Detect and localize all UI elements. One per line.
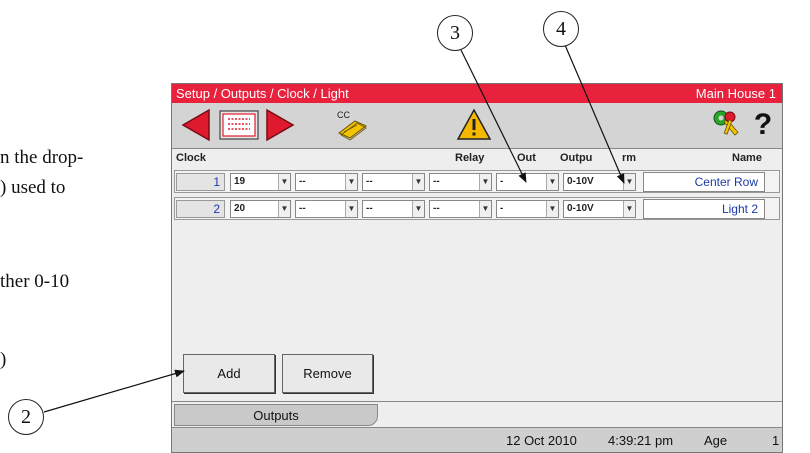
status-date: 12 Oct 2010: [506, 433, 577, 448]
doc-text-line-1: n the drop-: [0, 147, 84, 168]
list-button[interactable]: [218, 106, 260, 144]
toolbar: CC ?: [172, 103, 782, 149]
relay-value: 20: [234, 203, 246, 214]
dropdown-value: --: [433, 203, 440, 214]
callout-2: 2: [8, 399, 44, 435]
warning-triangle-icon: [456, 108, 492, 140]
cc-label: CC: [337, 110, 350, 120]
relay-dropdown[interactable]: 20 ▼: [230, 200, 291, 218]
output-dropdown[interactable]: 0-10V ▼: [563, 200, 636, 218]
out-dropdown[interactable]: - ▼: [496, 200, 559, 218]
tab-bar: Outputs: [172, 401, 782, 427]
header-output: Outpu: [560, 152, 593, 164]
chevron-down-icon: ▼: [479, 174, 491, 190]
chevron-down-icon: ▼: [278, 201, 290, 217]
list-icon: [219, 110, 259, 140]
status-bar: 12 Oct 2010 4:39:21 pm Age 1: [172, 427, 782, 452]
status-age-value: 1: [772, 433, 780, 448]
title-bar: Setup / Outputs / Clock / Light Main Hou…: [172, 84, 782, 103]
output-dropdown[interactable]: 0-10V ▼: [563, 173, 636, 191]
location-label: Main House 1: [695, 86, 776, 101]
chevron-down-icon: ▼: [546, 174, 558, 190]
remove-button[interactable]: Remove: [282, 354, 373, 393]
chevron-down-icon: ▼: [623, 174, 635, 190]
dropdown-value: --: [366, 203, 373, 214]
input-dropdown-4[interactable]: -- ▼: [429, 173, 492, 191]
doc-text-line-2: ) used to: [0, 177, 66, 198]
doc-text-line-3: ther 0-10: [0, 271, 70, 292]
copy-cc-icon: CC: [337, 110, 367, 141]
input-dropdown-2[interactable]: -- ▼: [295, 200, 358, 218]
table-row: 2 20 ▼ -- ▼ -- ▼ -- ▼ - ▼ 0-10V ▼ Light 2: [174, 197, 780, 220]
doc-text-line-4: ): [0, 349, 7, 370]
keys-button[interactable]: [708, 106, 744, 144]
name-field[interactable]: Center Row: [643, 172, 765, 192]
table-row: 1 19 ▼ -- ▼ -- ▼ -- ▼ - ▼ 0-10V ▼ Center Row: [174, 170, 780, 193]
input-dropdown-4[interactable]: -- ▼: [429, 200, 492, 218]
dropdown-value: --: [366, 176, 373, 187]
header-name: Name: [732, 152, 762, 164]
chevron-down-icon: ▼: [412, 201, 424, 217]
header-out: Out: [517, 152, 536, 164]
help-icon: ?: [753, 108, 773, 141]
output-value: 0-10V: [567, 176, 594, 187]
header-form: rm: [622, 152, 637, 164]
relay-value: 19: [234, 176, 246, 187]
row-number: 1: [176, 173, 225, 191]
name-field[interactable]: Light 2: [643, 199, 765, 219]
breadcrumb: Setup / Outputs / Clock / Light: [176, 86, 349, 101]
header-relay: Relay: [455, 152, 485, 164]
back-button[interactable]: [178, 106, 214, 144]
chevron-down-icon: ▼: [479, 201, 491, 217]
out-dropdown[interactable]: - ▼: [496, 173, 559, 191]
output-value: 0-10V: [567, 203, 594, 214]
status-age-label: Age: [704, 433, 728, 448]
keys-icon: [713, 110, 739, 136]
header-clock: Clock: [176, 152, 206, 164]
callout-4: 4: [543, 11, 579, 47]
dropdown-value: -: [500, 203, 504, 214]
callout-3: 3: [437, 15, 473, 51]
chevron-down-icon: ▼: [623, 201, 635, 217]
tab-outputs[interactable]: Outputs: [174, 404, 378, 426]
dropdown-value: --: [299, 203, 306, 214]
warning-button[interactable]: [454, 106, 494, 144]
relay-dropdown[interactable]: 19 ▼: [230, 173, 291, 191]
chevron-down-icon: ▼: [412, 174, 424, 190]
add-button[interactable]: Add: [183, 354, 275, 393]
controller-screen: Setup / Outputs / Clock / Light Main Hou…: [171, 83, 783, 453]
chevron-down-icon: ▼: [345, 174, 357, 190]
input-dropdown-3[interactable]: -- ▼: [362, 173, 425, 191]
left-arrow-icon: [181, 108, 210, 142]
dropdown-value: --: [433, 176, 440, 187]
forward-button[interactable]: [262, 106, 298, 144]
chevron-down-icon: ▼: [546, 201, 558, 217]
chevron-down-icon: ▼: [345, 201, 357, 217]
row-number: 2: [176, 200, 225, 218]
help-button[interactable]: ?: [748, 106, 778, 144]
input-dropdown-3[interactable]: -- ▼: [362, 200, 425, 218]
copy-button[interactable]: CC: [332, 106, 372, 144]
callout-2-arrow: [43, 369, 185, 413]
table-header: Clock Relay Out Outpu rm Name: [172, 150, 782, 167]
right-arrow-icon: [266, 108, 295, 142]
dropdown-value: --: [299, 176, 306, 187]
chevron-down-icon: ▼: [278, 174, 290, 190]
dropdown-value: -: [500, 176, 504, 187]
input-dropdown-2[interactable]: -- ▼: [295, 173, 358, 191]
status-time: 4:39:21 pm: [608, 433, 674, 448]
